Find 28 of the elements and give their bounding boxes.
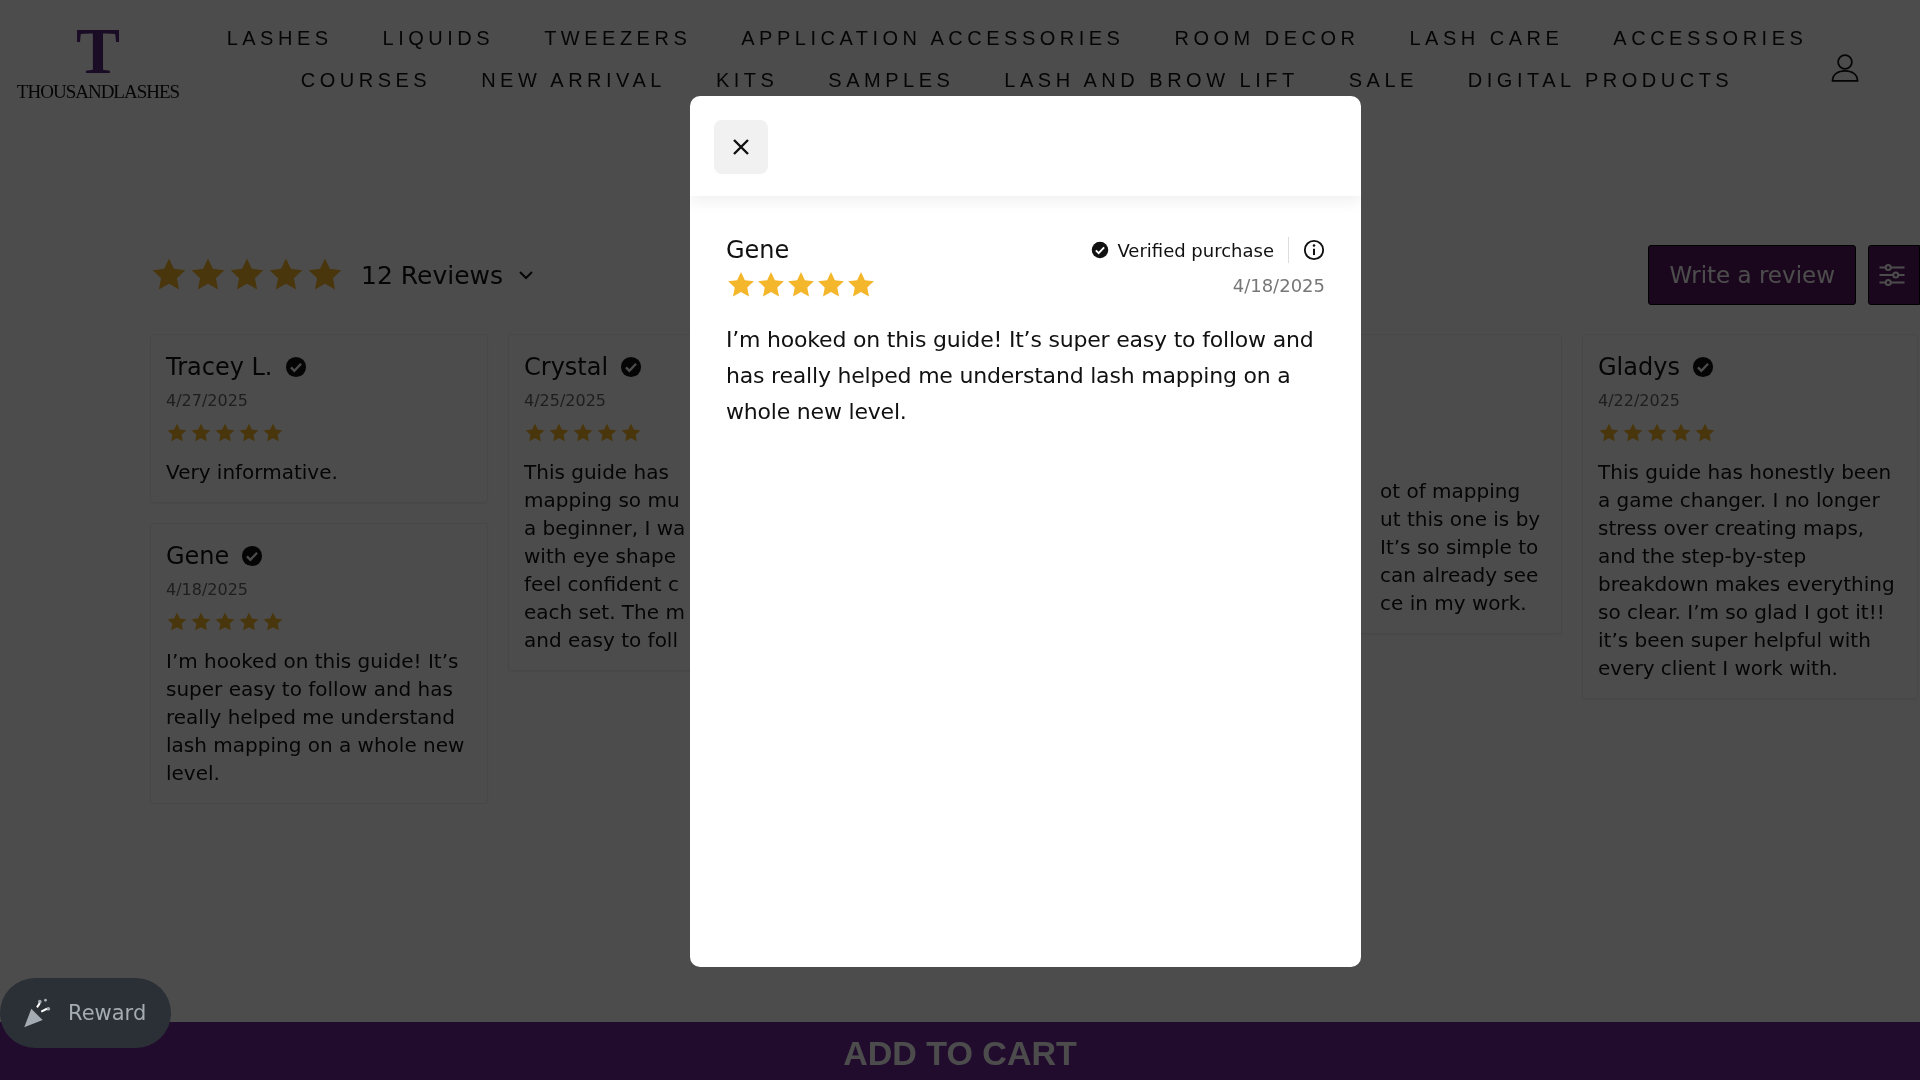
review-count: 12 Reviews xyxy=(361,260,503,290)
review-text: Very informative. xyxy=(166,459,339,486)
review-text-line: ut this one is by xyxy=(1380,506,1541,533)
review-date: 4/18/2025 xyxy=(1232,274,1325,296)
review-text-line: ot of mapping xyxy=(1380,478,1521,505)
review-text: I’m hooked on this guide! It’s super easy to follow and has really helped me understand lash mapping on a whole new level. xyxy=(166,648,466,787)
review-text-line: feel confident c xyxy=(524,571,679,598)
review-text-line: and easy to foll xyxy=(524,627,678,654)
review-text-line: each set. The m xyxy=(524,599,685,626)
review-text: I’m hooked on this guide! It’s super easy to follow and has really helped me understand lash mapping on a whole new level. xyxy=(726,326,1315,426)
verified-label: Verified purchase xyxy=(1117,239,1274,261)
review-text-line: It’s so simple to xyxy=(1380,534,1539,561)
review-text: This guide has honestly been a game changer. I no longer stress over creating maps, and the step-by-step breakdown makes everything so clear. I’m so glad I got it!! it’s been super helpful with every client I work with. xyxy=(1598,459,1896,682)
close-button[interactable] xyxy=(714,120,768,174)
review-text-line: This guide has xyxy=(524,459,669,486)
reviewer-name: Gene xyxy=(166,542,230,570)
reviewer-name: Gladys xyxy=(1598,353,1680,381)
reward-button[interactable]: Reward xyxy=(0,978,171,1048)
review-text-line: a beginner, I wa xyxy=(524,515,686,542)
reviewer-name: Tracey L. xyxy=(166,353,273,381)
review-text-line: can already see xyxy=(1380,562,1539,589)
reviewer-name: Gene xyxy=(726,236,790,264)
review-text-line: mapping so mu xyxy=(524,487,680,514)
review-text-line: with eye shape xyxy=(524,543,676,570)
review-text-line: ce in my work. xyxy=(1380,590,1527,617)
info-icon xyxy=(1303,239,1325,261)
verified-icon xyxy=(1091,241,1110,259)
reviewer-name: Crystal xyxy=(524,353,609,381)
